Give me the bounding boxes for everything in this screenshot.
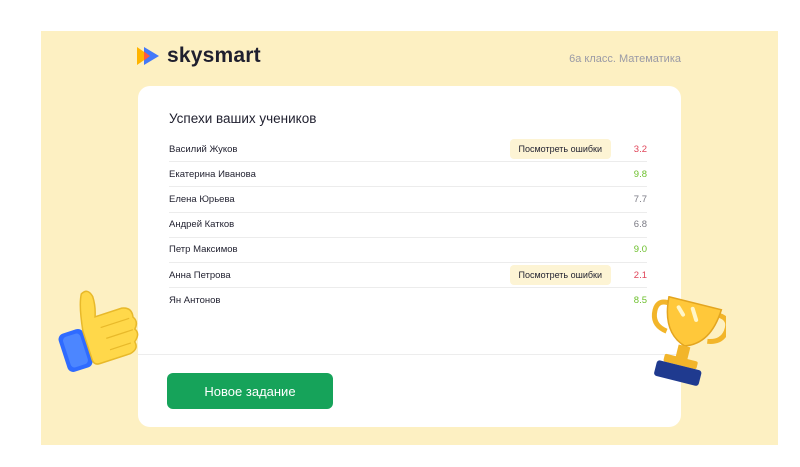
student-list: Василий Жуков Посмотреть ошибки 3.2 Екатери… bbox=[169, 137, 647, 313]
student-score: 6.8 bbox=[633, 219, 647, 231]
student-score: 2.1 bbox=[633, 269, 647, 281]
logo-mark-icon bbox=[137, 47, 159, 65]
student-row: Петр Максимов 9.0 bbox=[169, 238, 647, 263]
student-row: Андрей Катков 6.8 bbox=[169, 213, 647, 238]
student-score: 9.8 bbox=[633, 168, 647, 180]
view-errors-button[interactable]: Посмотреть ошибки bbox=[509, 139, 611, 160]
results-title: Успехи ваших учеников bbox=[169, 111, 317, 126]
new-task-button[interactable]: Новое задание bbox=[167, 373, 333, 409]
student-name: Елена Юрьева bbox=[169, 193, 235, 205]
student-name: Ян Антонов bbox=[169, 295, 221, 307]
student-row: Елена Юрьева 7.7 bbox=[169, 187, 647, 213]
student-score: 9.0 bbox=[633, 244, 647, 256]
class-label: 6а класс. Математика bbox=[569, 53, 681, 65]
student-score: 3.2 bbox=[633, 143, 647, 155]
student-name: Петр Максимов bbox=[169, 244, 238, 256]
card-divider bbox=[138, 354, 681, 355]
results-card: Успехи ваших учеников Василий Жуков Посмо… bbox=[138, 86, 681, 427]
student-name: Андрей Катков bbox=[169, 219, 235, 231]
trophy-icon bbox=[651, 296, 726, 386]
student-row: Екатерина Иванова 9.8 bbox=[169, 162, 647, 188]
student-row: Василий Жуков Посмотреть ошибки 3.2 bbox=[169, 137, 647, 163]
student-name: Василий Жуков bbox=[169, 143, 238, 155]
view-errors-button[interactable]: Посмотреть ошибки bbox=[509, 265, 611, 286]
skysmart-logo[interactable]: skysmart bbox=[137, 44, 261, 68]
student-row: Ян Антонов 8.5 bbox=[169, 288, 647, 313]
student-name: Екатерина Иванова bbox=[169, 168, 256, 180]
student-name: Анна Петрова bbox=[169, 269, 231, 281]
logo-text: skysmart bbox=[167, 44, 261, 67]
student-score: 7.7 bbox=[633, 193, 647, 205]
student-row: Анна Петрова Посмотреть ошибки 2.1 bbox=[169, 263, 647, 289]
thumbs-up-icon bbox=[58, 290, 139, 372]
